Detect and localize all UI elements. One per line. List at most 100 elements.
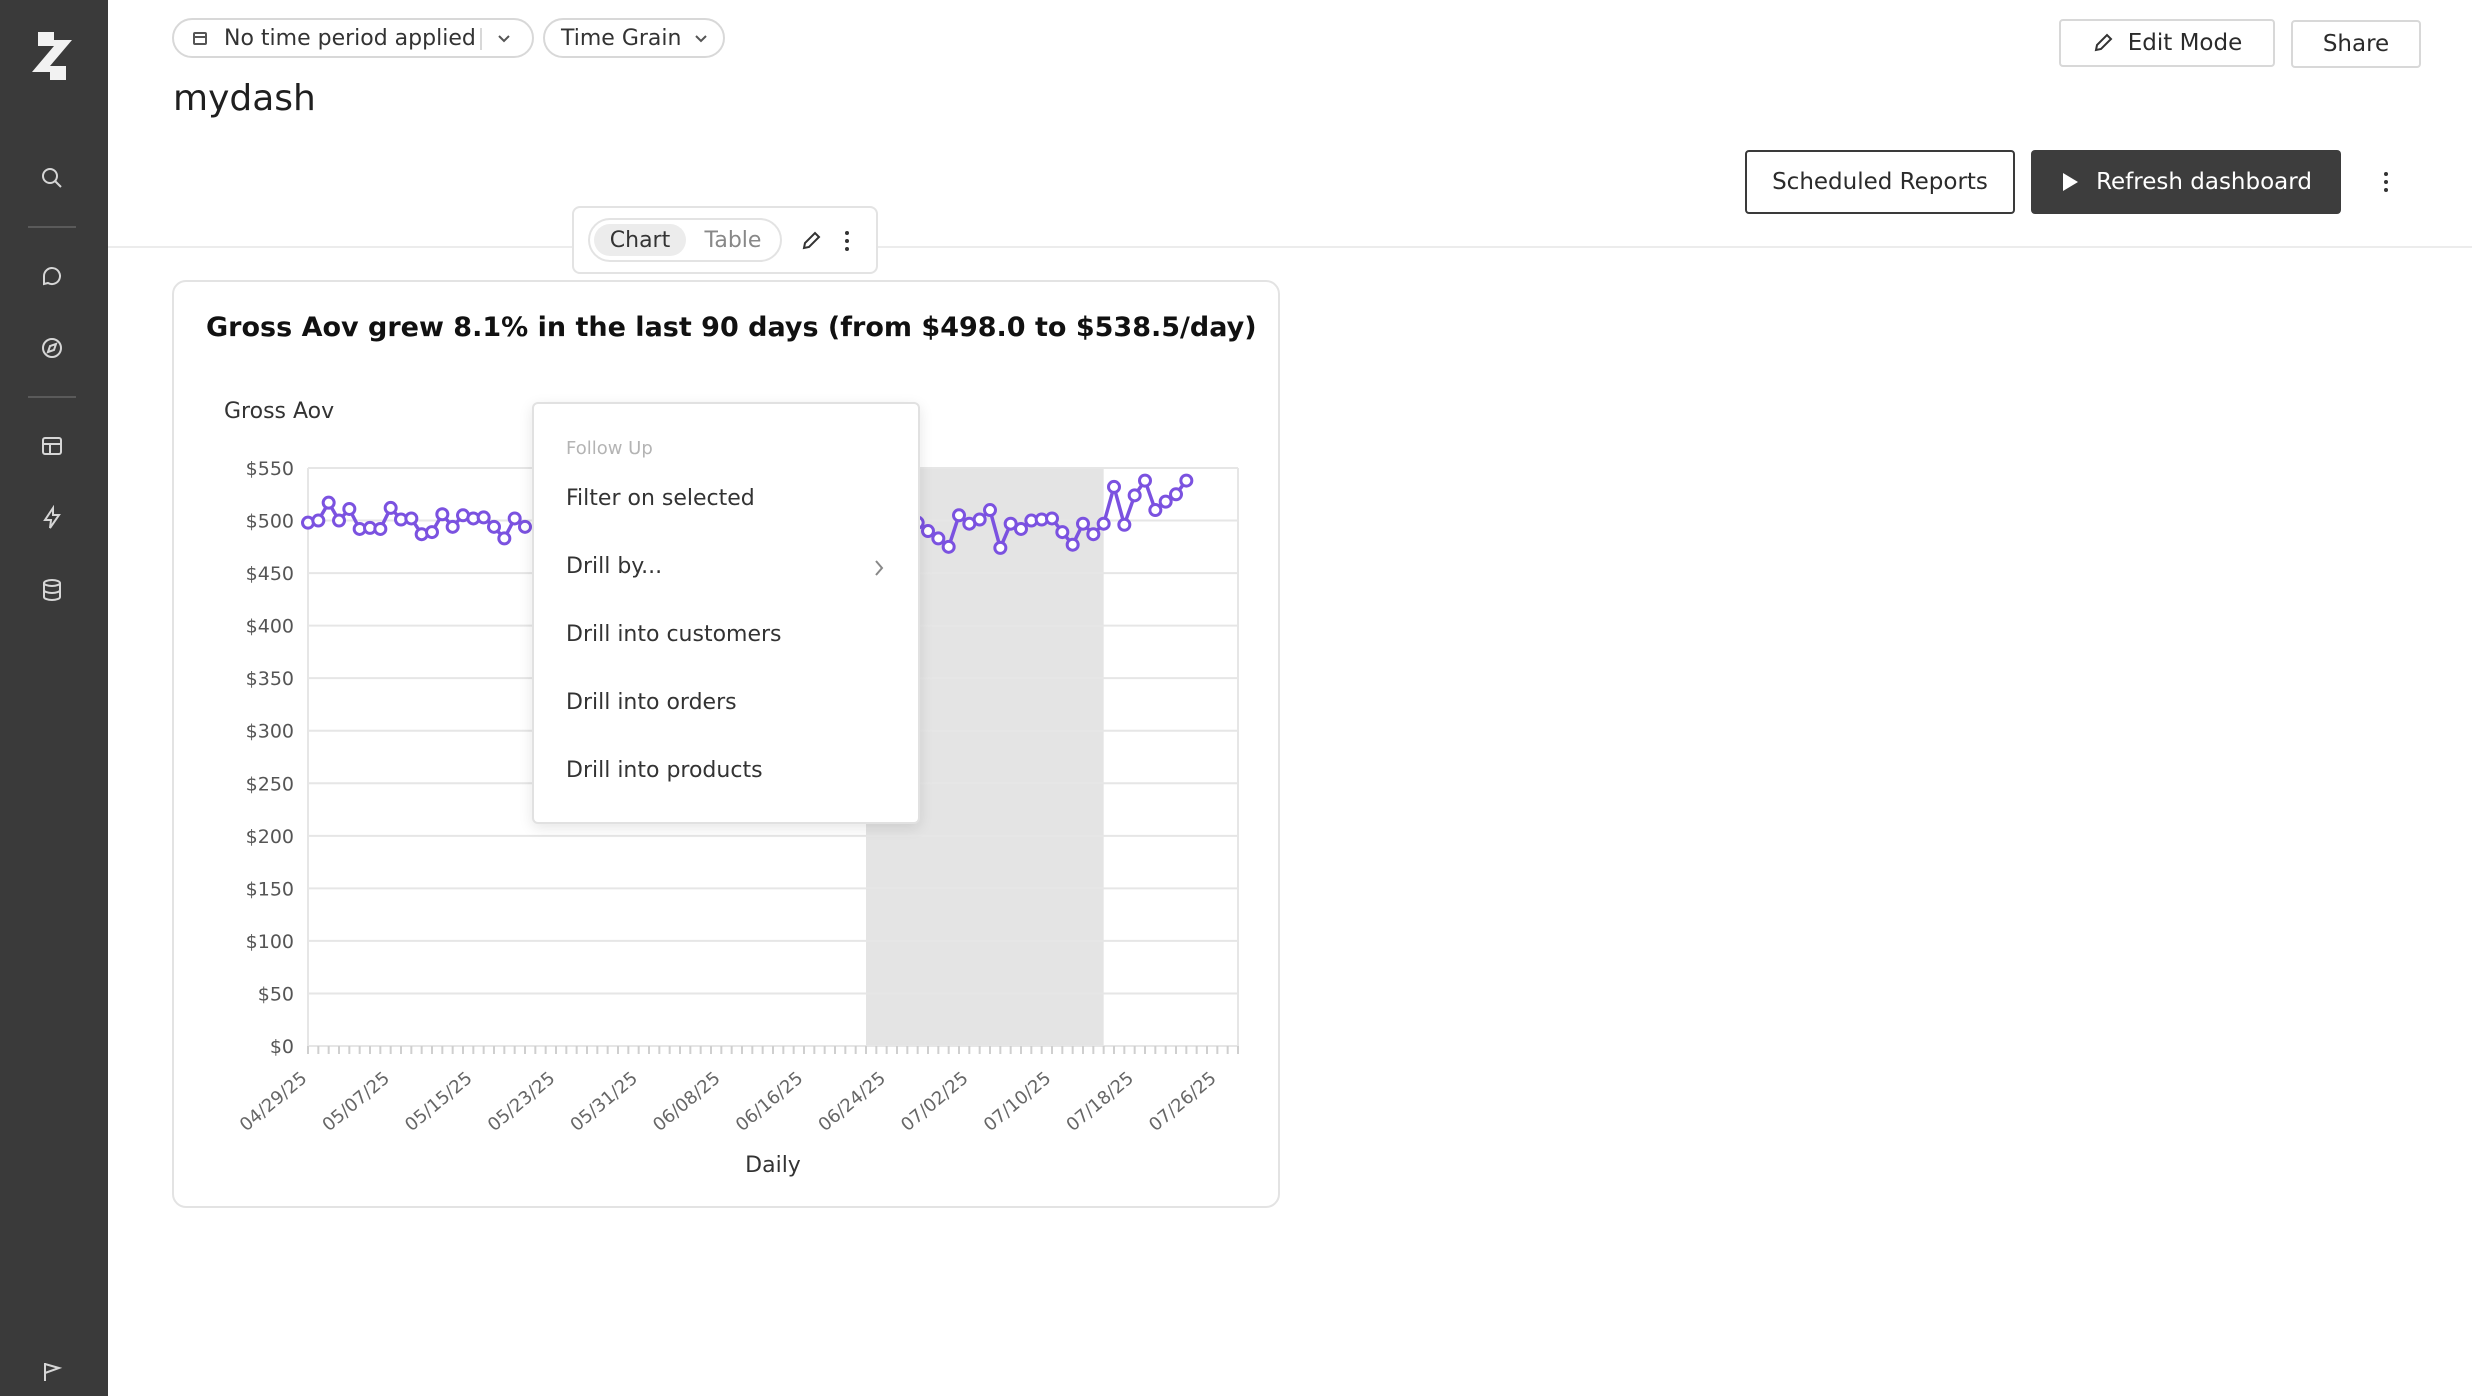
data-point: [507, 511, 522, 526]
bolt-icon[interactable]: [38, 504, 66, 532]
data-point: [425, 525, 439, 540]
time-period-filter[interactable]: No time period applied: [172, 18, 534, 58]
data-point: [1179, 473, 1194, 488]
y-tick-label: $550: [246, 458, 294, 480]
refresh-dashboard-button[interactable]: Refresh dashboard: [2031, 150, 2341, 214]
play-icon: [2063, 173, 2079, 191]
y-axis-title: Gross Aov: [224, 399, 334, 424]
data-point: [1127, 488, 1142, 503]
menu-item-drill-by[interactable]: Drill by...: [566, 554, 662, 579]
y-tick-label: $400: [246, 616, 294, 638]
y-tick-label: $150: [246, 878, 294, 900]
page-title: mydash: [173, 78, 316, 119]
data-point: [332, 513, 346, 528]
database-icon[interactable]: [38, 576, 66, 604]
y-tick-label: $200: [246, 826, 294, 848]
y-tick-label: $450: [246, 563, 294, 585]
x-tick-label: 05/23/25: [484, 1068, 559, 1136]
data-point: [1148, 503, 1163, 518]
x-tick-label: 04/29/25: [236, 1068, 311, 1136]
x-tick-label: 05/15/25: [401, 1068, 476, 1136]
data-point: [1045, 511, 1059, 526]
data-point: [497, 531, 512, 546]
data-point: [404, 511, 419, 526]
menu-item-drill-into-orders[interactable]: Drill into orders: [566, 690, 737, 715]
x-tick-label: 06/16/25: [732, 1068, 807, 1136]
x-tick-label: 06/08/25: [649, 1068, 724, 1136]
data-point: [383, 500, 398, 515]
edit-mode-label: Edit Mode: [2127, 30, 2243, 56]
tab-chart[interactable]: Chart: [594, 224, 686, 256]
chevron-right-icon: [875, 560, 884, 576]
follow-up-menu: Follow Up Filter on selected Drill by...…: [532, 402, 920, 824]
calendar-icon: [193, 32, 207, 45]
y-tick-label: $300: [246, 721, 294, 743]
scheduled-reports-button[interactable]: Scheduled Reports: [1745, 150, 2015, 214]
x-tick-label: 05/07/25: [318, 1068, 393, 1136]
data-point: [952, 508, 966, 523]
chart-toolbar: Chart Table: [572, 206, 878, 274]
chevron-down-icon: [695, 35, 707, 43]
menu-item-filter-on-selected[interactable]: Filter on selected: [566, 486, 755, 511]
data-point: [321, 495, 336, 510]
x-tick-label: 05/31/25: [566, 1068, 641, 1136]
menu-item-drill-into-products[interactable]: Drill into products: [566, 758, 763, 783]
data-point: [972, 512, 987, 527]
sidebar-divider: [28, 396, 76, 398]
data-point: [1096, 516, 1111, 531]
header-divider: [108, 246, 2472, 248]
layout-icon[interactable]: [38, 432, 66, 460]
data-point: [1086, 527, 1101, 542]
data-point: [1107, 479, 1121, 494]
data-point: [941, 539, 956, 554]
data-point: [1014, 521, 1028, 536]
data-point: [931, 531, 946, 546]
menu-item-drill-into-customers[interactable]: Drill into customers: [566, 622, 782, 647]
data-point: [1169, 487, 1183, 502]
chevron-down-icon: [498, 35, 510, 43]
data-point: [476, 510, 491, 525]
data-point: [342, 501, 357, 516]
edit-chart-icon[interactable]: [800, 230, 822, 252]
x-axis-title: Daily: [745, 1153, 801, 1178]
chat-icon[interactable]: [38, 262, 66, 290]
data-point: [435, 507, 450, 522]
data-point: [487, 519, 501, 534]
data-point: [1117, 517, 1132, 532]
time-period-label: No time period applied: [224, 25, 476, 51]
data-point: [311, 513, 326, 528]
data-point: [1076, 516, 1090, 531]
x-tick-label: 07/10/25: [980, 1068, 1055, 1136]
scheduled-reports-label: Scheduled Reports: [1772, 169, 1988, 195]
y-tick-label: $250: [246, 773, 294, 795]
data-point: [445, 519, 460, 534]
main-area: No time period applied Time Grain mydash…: [108, 0, 2472, 1396]
chart-kebab-icon[interactable]: [844, 230, 850, 252]
menu-header: Follow Up: [566, 438, 653, 459]
data-point: [1158, 494, 1173, 509]
compass-icon[interactable]: [38, 334, 66, 362]
edit-mode-button[interactable]: Edit Mode: [2059, 19, 2275, 67]
more-options-button[interactable]: [2376, 164, 2396, 200]
data-point: [1138, 473, 1152, 488]
kebab-icon: [2384, 172, 2388, 192]
tab-table[interactable]: Table: [690, 224, 776, 256]
x-tick-label: 07/26/25: [1145, 1068, 1220, 1136]
search-icon[interactable]: [38, 164, 66, 192]
sidebar: [0, 0, 108, 1396]
data-point: [518, 519, 532, 534]
refresh-dashboard-label: Refresh dashboard: [2096, 169, 2312, 195]
data-point: [1065, 537, 1080, 552]
share-button[interactable]: Share: [2291, 20, 2421, 68]
data-point: [921, 524, 935, 539]
y-tick-label: $500: [246, 511, 294, 533]
flag-icon[interactable]: [38, 1358, 66, 1386]
y-tick-label: $350: [246, 668, 294, 690]
data-point: [1055, 525, 1070, 540]
data-point: [983, 503, 997, 518]
logo-icon[interactable]: [28, 30, 76, 82]
time-grain-filter[interactable]: Time Grain: [543, 18, 725, 58]
sidebar-divider: [28, 226, 76, 228]
share-label: Share: [2322, 31, 2390, 57]
pencil-icon: [2094, 33, 2113, 52]
